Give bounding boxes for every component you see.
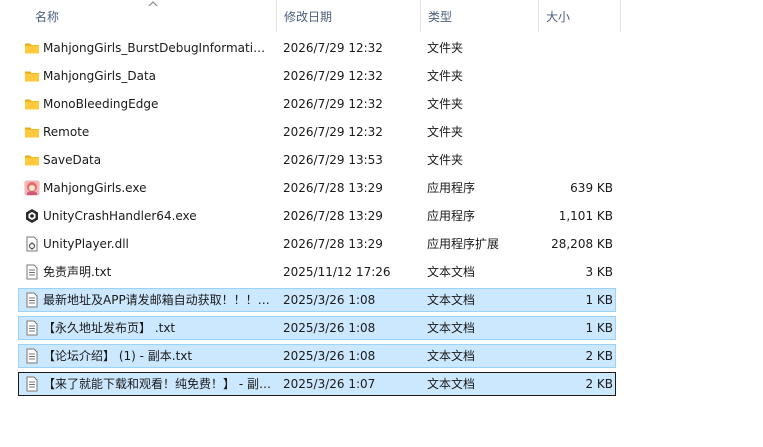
file-type: 文件夹 [427, 69, 464, 83]
text-file-icon [26, 376, 38, 392]
file-size [539, 93, 613, 115]
unity-app-icon [26, 209, 38, 223]
file-name: 免责声明.txt [43, 265, 112, 279]
text-file-icon [26, 348, 38, 364]
folder-icon [25, 127, 39, 138]
file-modified-date: 2026/7/29 12:32 [283, 41, 383, 55]
sort-ascending-icon [148, 1, 158, 7]
file-row[interactable]: 最新地址及APP请发邮箱自动获取！！！.txt 2025/3/26 1:08 文本文… [18, 288, 616, 312]
file-modified-date: 2026/7/29 12:32 [283, 125, 383, 139]
file-row[interactable]: 【永久地址发布页】 .txt 2025/3/26 1:08 文本文档 1 KB [18, 316, 616, 340]
column-header-size[interactable]: 大小 [538, 0, 621, 32]
file-name: 【来了就能下载和观看！纯免费！】 - 副本.txt [43, 377, 271, 391]
file-type: 应用程序 [427, 181, 476, 195]
file-type: 应用程序 [427, 209, 476, 223]
file-modified-date: 2025/3/26 1:08 [283, 349, 376, 363]
file-size [539, 65, 613, 87]
text-file-icon [26, 292, 38, 308]
file-size: 2 KB [585, 377, 613, 391]
file-name: SaveData [43, 153, 102, 167]
file-type: 文件夹 [427, 97, 464, 111]
file-size [539, 149, 613, 171]
file-size: 1,101 KB [558, 209, 613, 223]
file-modified-date: 2026/7/28 13:29 [283, 209, 383, 223]
file-type: 文本文档 [427, 377, 476, 391]
file-type: 应用程序扩展 [427, 237, 500, 251]
file-row[interactable]: UnityCrashHandler64.exe 2026/7/28 13:29 应用… [18, 204, 616, 228]
file-name: UnityPlayer.dll [43, 237, 129, 251]
file-modified-date: 2026/7/28 13:29 [283, 181, 383, 195]
file-modified-date: 2025/3/26 1:08 [283, 293, 376, 307]
file-name: Remote [43, 125, 90, 139]
file-modified-date: 2026/7/29 12:32 [283, 69, 383, 83]
file-type: 文本文档 [427, 349, 476, 363]
file-row[interactable]: MahjongGirls_Data 2026/7/29 12:32 文件夹 [18, 64, 616, 88]
file-row[interactable]: 免责声明.txt 2025/11/12 17:26 文本文档 3 KB [18, 260, 616, 284]
file-row[interactable]: Remote 2026/7/29 12:32 文件夹 [18, 120, 616, 144]
file-name: 【永久地址发布页】 .txt [43, 321, 176, 335]
file-name: MahjongGirls_Data [43, 69, 157, 83]
file-type: 文件夹 [427, 41, 464, 55]
file-size: 28,208 KB [551, 237, 613, 251]
dll-file-icon [26, 236, 38, 252]
file-size: 1 KB [585, 321, 613, 335]
file-name: MonoBleedingEdge [43, 97, 159, 111]
game-app-icon [24, 180, 40, 196]
file-type: 文本文档 [427, 321, 476, 335]
file-modified-date: 2026/7/29 13:53 [283, 153, 383, 167]
file-type: 文件夹 [427, 125, 464, 139]
file-name: 最新地址及APP请发邮箱自动获取！！！.txt [43, 293, 271, 307]
folder-icon [25, 155, 39, 166]
file-row[interactable]: MahjongGirls.exe 2026/7/28 13:29 应用程序 639 K… [18, 176, 616, 200]
text-file-icon [26, 264, 38, 280]
file-size [539, 37, 613, 59]
text-file-icon [26, 320, 38, 336]
column-header-type[interactable]: 类型 [420, 0, 538, 32]
file-modified-date: 2025/3/26 1:08 [283, 321, 376, 335]
column-header-bar: 名称 修改日期 类型 大小 [0, 0, 763, 32]
file-modified-date: 2026/7/29 12:32 [283, 97, 383, 111]
file-modified-date: 2026/7/28 13:29 [283, 237, 383, 251]
file-modified-date: 2025/3/26 1:07 [283, 377, 376, 391]
file-row[interactable]: 【论坛介绍】 (1) - 副本.txt 2025/3/26 1:08 文本文档 2 K… [18, 344, 616, 368]
file-size: 2 KB [585, 349, 613, 363]
file-size: 639 KB [570, 181, 613, 195]
file-row[interactable]: UnityPlayer.dll 2026/7/28 13:29 应用程序扩展 28,2… [18, 232, 616, 256]
file-name: UnityCrashHandler64.exe [43, 209, 197, 223]
folder-icon [25, 43, 39, 54]
file-size: 1 KB [585, 293, 613, 307]
file-row[interactable]: MahjongGirls_BurstDebugInformation_DoNot… [18, 36, 616, 60]
file-size: 3 KB [585, 265, 613, 279]
file-modified-date: 2025/11/12 17:26 [283, 265, 391, 279]
file-row[interactable]: 【来了就能下载和观看！纯免费！】 - 副本.txt 2025/3/26 1:07 文… [18, 372, 616, 396]
file-size [539, 121, 613, 143]
file-name: MahjongGirls_BurstDebugInformation_DoNot… [43, 41, 271, 55]
file-type: 文本文档 [427, 293, 476, 307]
file-row[interactable]: SaveData 2026/7/29 13:53 文件夹 [18, 148, 616, 172]
file-row[interactable]: MonoBleedingEdge 2026/7/29 12:32 文件夹 [18, 92, 616, 116]
file-name: MahjongGirls.exe [43, 181, 147, 195]
file-type: 文件夹 [427, 153, 464, 167]
column-header-date[interactable]: 修改日期 [276, 0, 420, 32]
file-type: 文本文档 [427, 265, 476, 279]
file-name: 【论坛介绍】 (1) - 副本.txt [43, 349, 193, 363]
folder-icon [25, 99, 39, 110]
folder-icon [25, 71, 39, 82]
